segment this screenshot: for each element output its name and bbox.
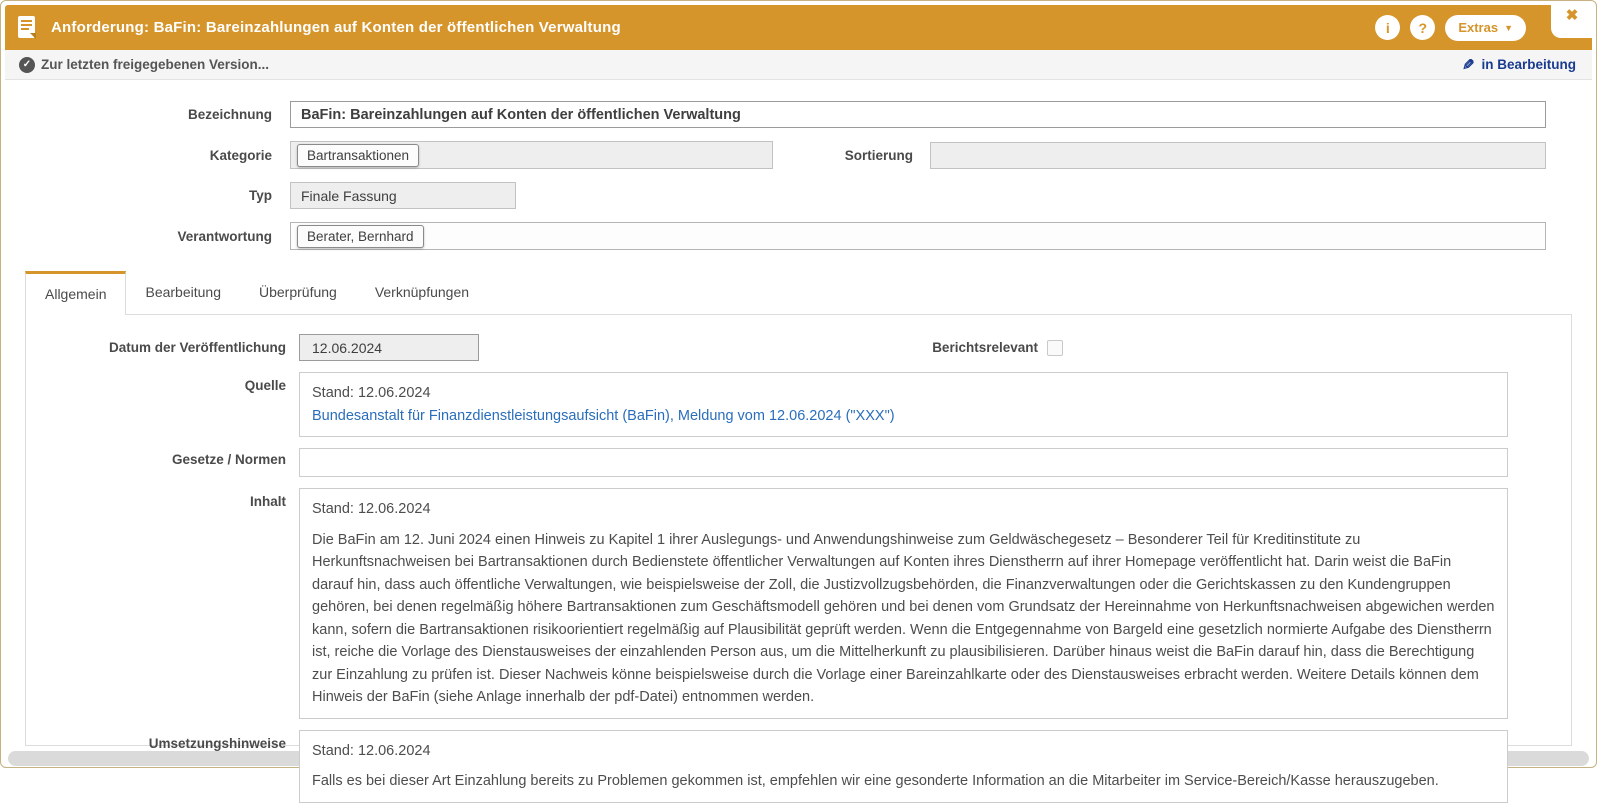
bezeichnung-label: Bezeichnung <box>5 107 272 122</box>
requirement-window: Anforderung: BaFin: Bareinzahlungen auf … <box>0 0 1597 768</box>
chevron-down-icon: ▼ <box>1504 23 1513 33</box>
gesetze-label: Gesetze / Normen <box>26 448 286 467</box>
inhalt-box[interactable]: Stand: 12.06.2024 Die BaFin am 12. Juni … <box>299 488 1508 719</box>
window-title: Anforderung: BaFin: Bareinzahlungen auf … <box>51 19 621 36</box>
umsetzung-row: Umsetzungshinweise Stand: 12.06.2024 Fal… <box>26 730 1508 803</box>
pencil-icon: ✎ <box>1462 56 1475 74</box>
close-button[interactable]: ✖ <box>1551 4 1593 38</box>
tab-strip: Allgemein Bearbeitung Überprüfung Verknü… <box>25 268 1572 314</box>
berichtsrelevant-checkbox[interactable] <box>1047 340 1063 356</box>
berichtsrelevant-label: Berichtsrelevant <box>932 340 1038 355</box>
inhalt-stand: Stand: 12.06.2024 <box>312 498 1495 521</box>
status-badge: in Bearbeitung <box>1481 57 1576 72</box>
typ-label: Typ <box>5 188 272 203</box>
quelle-box[interactable]: Stand: 12.06.2024 Bundesanstalt für Fina… <box>299 372 1508 437</box>
tab-bearbeitung[interactable]: Bearbeitung <box>126 270 240 314</box>
title-bar: Anforderung: BaFin: Bareinzahlungen auf … <box>5 5 1592 50</box>
umsetzung-text: Falls es bei dieser Art Einzahlung berei… <box>312 773 1439 789</box>
inhalt-label: Inhalt <box>26 488 286 509</box>
berichtsrelevant-group: Berichtsrelevant <box>932 340 1063 356</box>
version-link-label: Zur letzten freigegebenen Version... <box>41 57 269 72</box>
tab-allgemein[interactable]: Allgemein <box>25 271 126 315</box>
status-bar: ✓ Zur letzten freigegebenen Version... ✎… <box>5 50 1592 80</box>
datum-label: Datum der Veröffentlichung <box>26 340 286 355</box>
verantwortung-row: Verantwortung Berater, Bernhard <box>5 222 1546 250</box>
verantwortung-chip[interactable]: Berater, Bernhard <box>297 225 424 248</box>
extras-label: Extras <box>1458 20 1498 35</box>
gesetze-box[interactable] <box>299 448 1508 477</box>
tab-panel-allgemein: Datum der Veröffentlichung 12.06.2024 Be… <box>25 314 1572 746</box>
kategorie-field[interactable]: Bartransaktionen <box>290 141 773 169</box>
kategorie-chip[interactable]: Bartransaktionen <box>297 144 419 167</box>
typ-input[interactable]: Finale Fassung <box>290 182 516 209</box>
quelle-link[interactable]: Bundesanstalt für Finanzdienstleistungsa… <box>312 408 895 424</box>
kategorie-sortierung-row: Kategorie Bartransaktionen Sortierung <box>5 141 1546 169</box>
document-icon <box>17 15 39 41</box>
inhalt-text: Die BaFin am 12. Juni 2024 einen Hinweis… <box>312 532 1494 706</box>
sortierung-input[interactable] <box>930 142 1546 169</box>
typ-row: Typ Finale Fassung <box>5 182 1546 209</box>
quelle-stand: Stand: 12.06.2024 <box>312 382 1495 405</box>
help-button[interactable]: ? <box>1410 15 1435 40</box>
datum-row: Datum der Veröffentlichung 12.06.2024 Be… <box>26 334 1508 361</box>
tab-verknuepfungen[interactable]: Verknüpfungen <box>356 270 488 314</box>
tab-ueberpruefung[interactable]: Überprüfung <box>240 270 356 314</box>
titlebar-actions: i ? Extras ▼ <box>1375 15 1578 41</box>
quelle-row: Quelle Stand: 12.06.2024 Bundesanstalt f… <box>26 372 1508 437</box>
umsetzung-stand: Stand: 12.06.2024 <box>312 740 1495 763</box>
datum-input[interactable]: 12.06.2024 <box>299 334 479 361</box>
check-circle-icon: ✓ <box>19 57 35 73</box>
umsetzung-label: Umsetzungshinweise <box>26 730 286 751</box>
last-released-version-link[interactable]: ✓ Zur letzten freigegebenen Version... <box>19 57 269 73</box>
bezeichnung-input[interactable]: BaFin: Bareinzahlungen auf Konten der öf… <box>290 101 1546 128</box>
verantwortung-field[interactable]: Berater, Bernhard <box>290 222 1546 250</box>
close-icon: ✖ <box>1566 8 1579 23</box>
edit-status: ✎ in Bearbeitung <box>1462 56 1576 74</box>
gesetze-row: Gesetze / Normen <box>26 448 1508 477</box>
inhalt-row: Inhalt Stand: 12.06.2024 Die BaFin am 12… <box>26 488 1508 719</box>
verantwortung-label: Verantwortung <box>5 229 272 244</box>
info-button[interactable]: i <box>1375 15 1400 40</box>
extras-button[interactable]: Extras ▼ <box>1445 15 1526 41</box>
bezeichnung-row: Bezeichnung BaFin: Bareinzahlungen auf K… <box>5 101 1546 128</box>
header-form: Bezeichnung BaFin: Bareinzahlungen auf K… <box>5 80 1592 268</box>
quelle-label: Quelle <box>26 372 286 393</box>
kategorie-label: Kategorie <box>5 148 272 163</box>
umsetzung-box[interactable]: Stand: 12.06.2024 Falls es bei dieser Ar… <box>299 730 1508 803</box>
sortierung-label: Sortierung <box>773 148 913 163</box>
